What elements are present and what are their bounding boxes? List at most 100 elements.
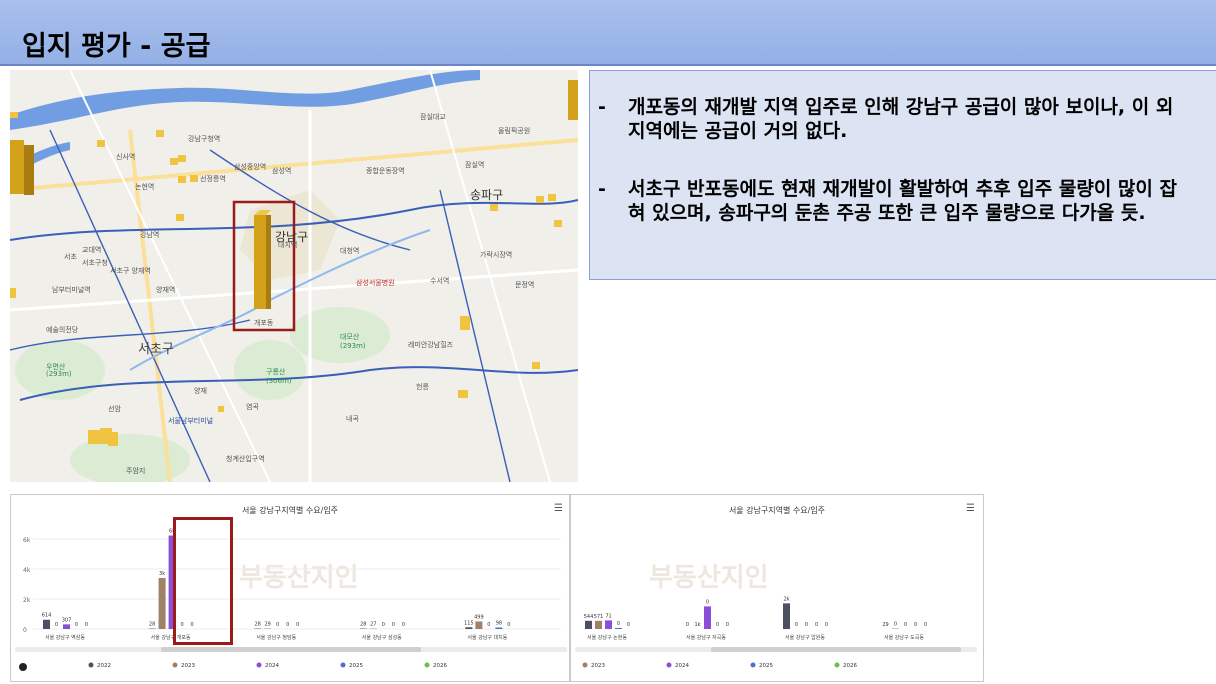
map-label: 예술의전당 xyxy=(46,326,79,334)
legend-marker[interactable] xyxy=(88,662,94,668)
map-label: 삼성중앙역 xyxy=(234,163,267,171)
data-label: 307 xyxy=(62,617,72,623)
legend-label[interactable]: 2024 xyxy=(265,663,279,669)
data-label: 0 xyxy=(795,622,798,628)
map-label: 염곡 xyxy=(246,403,259,411)
y-tick-label: 4k xyxy=(23,567,31,574)
reset-icon[interactable] xyxy=(19,663,27,671)
legend-marker[interactable] xyxy=(582,662,588,668)
data-label: 28 xyxy=(360,622,366,628)
legend-marker[interactable] xyxy=(834,662,840,668)
bar[interactable] xyxy=(605,620,612,629)
chart-svg-left: 6k4k2k061403070 0서울 강남구 역삼동283k6k0 0서울 강남구… xyxy=(15,529,567,671)
data-label: 0 xyxy=(627,622,630,628)
legend-label[interactable]: 2024 xyxy=(675,663,689,669)
legend-marker[interactable] xyxy=(424,662,430,668)
data-label: 29 xyxy=(265,622,271,628)
map-label: 내곡 xyxy=(346,415,359,423)
bar[interactable] xyxy=(585,620,592,629)
note-item: - 개포동의 재개발 지역 입주로 인해 강남구 공급이 많아 보이나, 이 외… xyxy=(598,95,1188,143)
data-label: 614 xyxy=(42,613,52,619)
map-label: 종합운동장역 xyxy=(366,167,405,175)
bar[interactable] xyxy=(43,619,50,629)
x-category-label: 서울 강남구 자곡동 xyxy=(686,634,726,641)
data-label: 71 xyxy=(605,613,611,619)
legend-label[interactable]: 2022 xyxy=(97,663,111,669)
legend-label[interactable]: 2025 xyxy=(759,663,773,669)
legend-label[interactable]: 2023 xyxy=(591,663,605,669)
data-label: 0 xyxy=(617,621,620,627)
map-label: 신사역 xyxy=(116,153,136,161)
chart-panel-left: 서울 강남구지역별 수요/입주 ☰ 부동산지인 6k 4k 2k 0 614 0 307 0 0… xyxy=(10,494,570,682)
map-label: 강남역 xyxy=(140,231,160,239)
legend-label[interactable]: 2025 xyxy=(349,663,363,669)
data-label: 0 xyxy=(276,622,279,628)
map-label: 강남구청역 xyxy=(188,135,221,143)
data-label: 0 xyxy=(924,622,927,628)
map-label: 레미안강남힐즈 xyxy=(408,341,454,349)
data-label: 499 xyxy=(474,614,484,620)
bar[interactable] xyxy=(475,621,483,629)
map-label: 헌릉 xyxy=(416,383,429,391)
map-label: 서초구청 xyxy=(82,259,108,267)
data-label: 0 xyxy=(706,599,709,605)
legend-marker[interactable] xyxy=(666,662,672,668)
data-label: 0 xyxy=(382,622,385,628)
x-category-label: 서울 강남구 논현동 xyxy=(587,634,627,641)
data-label: 0 xyxy=(726,622,729,628)
data-label: 0 xyxy=(815,622,818,628)
legend-label[interactable]: 2026 xyxy=(433,663,447,669)
map-label: 서울남부터미널 xyxy=(168,417,214,425)
legend-label[interactable]: 2023 xyxy=(181,663,195,669)
data-label: 571 xyxy=(594,614,604,620)
bullet-dash: - xyxy=(598,96,606,118)
legend-marker[interactable] xyxy=(750,662,756,668)
map-label: 올림픽공원 xyxy=(498,127,531,135)
note-box: - 개포동의 재개발 지역 입주로 인해 강남구 공급이 많아 보이나, 이 외… xyxy=(589,70,1216,280)
bar[interactable] xyxy=(783,603,790,629)
data-label: 0 xyxy=(825,622,828,628)
slide-title: 입지 평가 - 공급 xyxy=(22,31,211,62)
x-category-label: 서울 강남구 청담동 xyxy=(256,634,296,641)
map-label: (293m) xyxy=(46,370,72,378)
data-label: 115 xyxy=(464,620,474,626)
data-label: 0 xyxy=(296,622,299,628)
legend-marker[interactable] xyxy=(172,662,178,668)
data-label: 0 xyxy=(805,622,808,628)
data-label: 98 xyxy=(496,621,502,627)
map-label: 양재역 xyxy=(156,286,176,294)
map-label: 대모산 xyxy=(340,333,360,341)
data-label: 0 xyxy=(402,622,405,628)
bar[interactable] xyxy=(63,624,70,629)
data-label: 0 xyxy=(686,622,689,628)
map-label: 삼성역 xyxy=(272,167,292,175)
scrollbar-thumb[interactable] xyxy=(161,647,421,652)
bar[interactable] xyxy=(465,627,473,629)
scrollbar-thumb[interactable] xyxy=(711,647,961,652)
map-label: 삼성서울병원 xyxy=(356,279,395,287)
map-label: 남부터미널역 xyxy=(52,286,91,294)
data-label: 0 xyxy=(55,622,58,628)
map-label: 잠실대교 xyxy=(420,113,446,121)
x-category-label: 서울 강남구 압원동 xyxy=(785,634,825,641)
bar[interactable] xyxy=(595,620,602,629)
note-item: - 서초구 반포동에도 현재 재개발이 활발하여 추후 입주 물량이 많이 잡혀… xyxy=(598,177,1188,225)
map-label: 교대역 xyxy=(82,246,102,254)
legend-label[interactable]: 2026 xyxy=(843,663,857,669)
slide-header: 입지 평가 - 공급 xyxy=(0,0,1216,66)
data-label: 0 xyxy=(904,622,907,628)
bar[interactable] xyxy=(615,627,622,629)
data-label: 28 xyxy=(255,622,261,628)
data-label: 2k xyxy=(783,596,789,602)
data-label: 0 xyxy=(85,622,88,628)
y-tick-label: 6k xyxy=(23,537,31,544)
bar[interactable] xyxy=(495,627,503,629)
map-label: 서초구 xyxy=(138,342,174,357)
bar[interactable] xyxy=(158,578,166,629)
legend-marker[interactable] xyxy=(256,662,262,668)
bar[interactable] xyxy=(704,606,711,629)
legend-marker[interactable] xyxy=(340,662,346,668)
map-view[interactable]: 강남구 송파구 서초구 신사역 논현역 선정릉역 삼성역 삼성중앙역 잠실역 종합운동장역 교대역 강… xyxy=(10,70,578,482)
data-label: 0 xyxy=(914,622,917,628)
x-category-label: 서울 강남구 역삼동 xyxy=(45,634,85,641)
